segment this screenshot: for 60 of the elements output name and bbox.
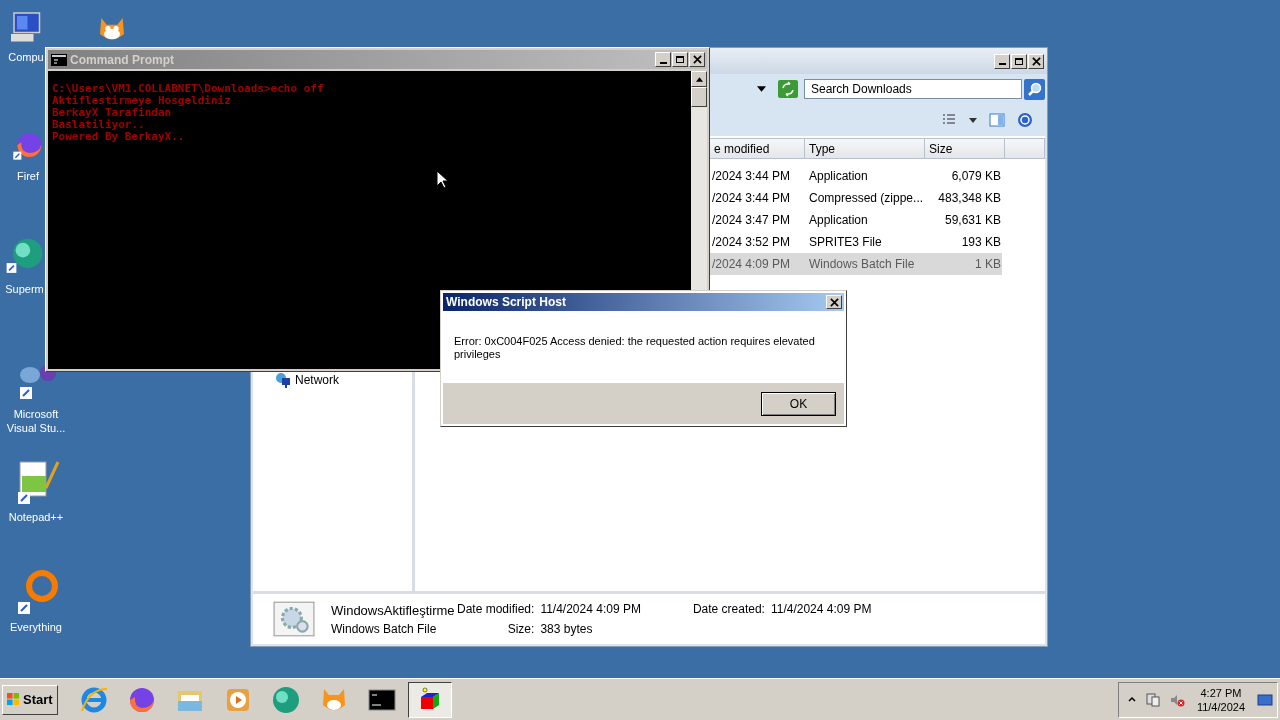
clock-date[interactable]: 11/4/2024 [1196, 699, 1245, 714]
icon-label[interactable]: Firef [17, 169, 39, 183]
created-label: Date created: [692, 602, 765, 616]
icon-label[interactable]: Everything [10, 620, 62, 634]
search-field[interactable]: Search Downloads [804, 79, 1022, 99]
modified-label: Date modified: [457, 602, 535, 616]
icon-label[interactable]: Superm [5, 282, 44, 296]
console-line: Powered By BerkayX.. [52, 131, 185, 143]
size-label: Size: [506, 622, 535, 636]
clock-time[interactable]: 4:27 PM [1200, 685, 1242, 700]
console-line: Baslatiliyor.. [52, 119, 145, 131]
scroll-thumb[interactable] [691, 87, 707, 107]
dialog-title: Windows Script Host [446, 295, 566, 309]
cursor-icon [436, 170, 448, 189]
network-icon [275, 372, 291, 388]
file-type: Windows Batch File [331, 621, 438, 636]
column-header [1005, 138, 1045, 159]
cube-icon[interactable] [407, 681, 452, 718]
console-line: Aktiflestirmeye Hosgeldiniz [52, 95, 231, 107]
network-item[interactable]: Network [253, 370, 412, 390]
console-icon [51, 53, 67, 66]
file-row[interactable]: /2024 3:52 PM SPRITE3 File 193 KB [710, 231, 1002, 253]
start-button[interactable]: Start [2, 684, 58, 715]
up-arrow-icon[interactable] [695, 76, 703, 82]
minimize-button[interactable] [655, 52, 671, 67]
network-icon[interactable] [1144, 691, 1161, 708]
refresh-icon[interactable] [778, 80, 798, 98]
ok-button[interactable]: OK [761, 391, 836, 416]
scroll-up-button[interactable] [691, 71, 707, 87]
help-icon[interactable] [1017, 112, 1033, 128]
gear-file-icon [273, 601, 315, 637]
icon-label[interactable]: Notepad++ [8, 510, 64, 524]
search-button[interactable] [1024, 78, 1045, 100]
maximize-button[interactable] [1011, 53, 1027, 69]
column-header[interactable]: Size [925, 138, 1005, 159]
file-row[interactable]: /2024 3:44 PM Application 6,079 KB [710, 165, 1002, 187]
created-value: 11/4/2024 4:09 PM [770, 602, 872, 616]
error-message: Error: 0xC004F025 Access denied: the requested action requires elevated privileges [454, 335, 815, 360]
show-desktop-icon[interactable] [1257, 691, 1273, 708]
file-row[interactable]: /2024 4:09 PM Windows Batch File 1 KB [710, 253, 1002, 275]
console-line: BerkayX Tarafindan [52, 107, 172, 119]
modified-value: 11/4/2024 4:09 PM [540, 602, 641, 616]
file-row[interactable]: /2024 3:44 PM Compressed (zippe... 483,348 KB [710, 187, 1002, 209]
windows-logo-icon [7, 693, 20, 706]
icon-label[interactable]: Compu [8, 50, 44, 64]
dropdown-icon[interactable] [757, 86, 766, 92]
close-button[interactable] [826, 295, 842, 309]
maximize-button[interactable] [672, 52, 688, 67]
file-name: WindowsAktifleştirme [331, 602, 453, 618]
file-row[interactable]: /2024 3:47 PM Application 59,631 KB [710, 209, 1002, 231]
minimize-button[interactable] [994, 53, 1010, 69]
window-title: Command Prompt [70, 52, 175, 67]
size-value: 383 bytes [540, 622, 594, 636]
icon-label[interactable]: Microsoft Visual Stu... [0, 407, 72, 435]
dropdown-icon[interactable] [969, 117, 977, 123]
column-header[interactable]: e modified [710, 138, 805, 159]
console-line: C:\Users\VM1.COLLABNET\Downloads>echo off [52, 83, 324, 95]
close-button[interactable] [689, 52, 705, 67]
column-header[interactable]: Type [805, 138, 925, 159]
close-button[interactable] [1028, 53, 1044, 69]
